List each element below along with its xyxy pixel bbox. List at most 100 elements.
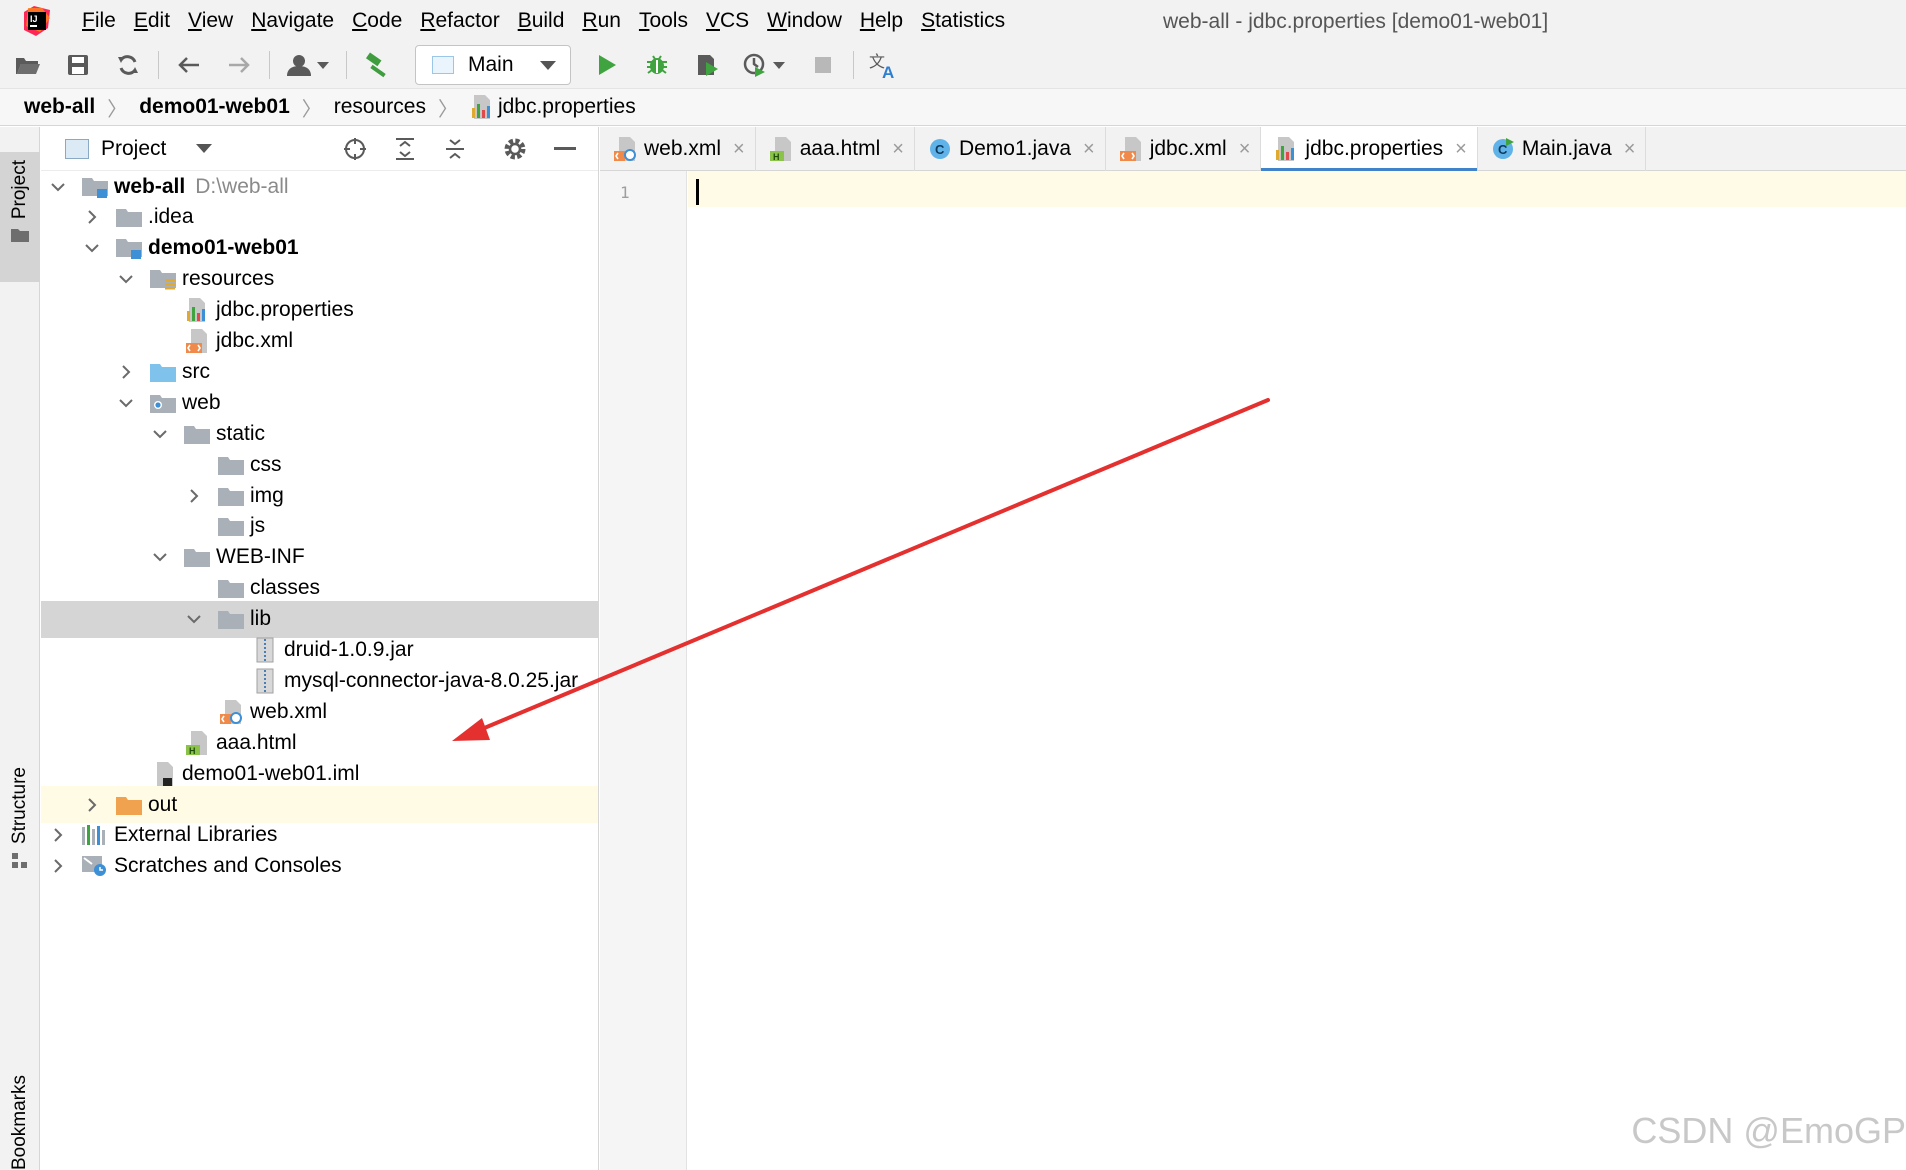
menu-item-vcs[interactable]: VCS <box>706 9 749 33</box>
build-hammer-icon[interactable] <box>357 45 397 85</box>
save-all-icon[interactable] <box>58 45 98 85</box>
toolbar-separator <box>346 51 347 79</box>
menu-item-statistics[interactable]: Statistics <box>921 9 1005 33</box>
editor-tab-jdbc-xml[interactable]: jdbc.xml × <box>1106 127 1262 171</box>
application-config-icon <box>432 56 454 74</box>
menu-item-run[interactable]: Run <box>582 9 621 33</box>
stop-icon[interactable] <box>803 45 843 85</box>
profile-icon[interactable] <box>737 45 793 85</box>
sync-icon[interactable] <box>108 45 148 85</box>
html-file-icon: H <box>768 136 794 162</box>
open-folder-icon[interactable] <box>8 45 48 85</box>
editor[interactable]: 1 <box>600 171 1906 1170</box>
menu-label-rest: CS <box>719 9 750 32</box>
chevron-right-icon[interactable] <box>185 487 203 505</box>
run-configuration-dropdown[interactable]: Main <box>415 45 571 85</box>
structure-tool-window-tab[interactable]: Structure <box>0 767 40 897</box>
tree-node-label: out <box>148 792 178 816</box>
project-tool-window-tab[interactable]: Project <box>0 152 40 282</box>
chevron-right-icon[interactable] <box>83 796 101 814</box>
breadcrumb-item-web-all[interactable]: web-all <box>24 95 95 119</box>
forward-icon[interactable] <box>219 45 259 85</box>
hide-panel-icon[interactable] <box>548 133 582 165</box>
jar-file-icon <box>251 637 279 663</box>
menu-label-rest: avigate <box>266 9 335 32</box>
close-icon[interactable]: × <box>892 138 904 161</box>
toolbar-separator <box>853 51 854 79</box>
menu-item-view[interactable]: View <box>188 9 233 33</box>
chevron-down-icon[interactable] <box>83 239 101 257</box>
menu-item-build[interactable]: Build <box>518 9 565 33</box>
gear-icon[interactable] <box>498 133 532 165</box>
chevron-right-icon[interactable] <box>83 208 101 226</box>
tree-node-label: static <box>216 421 266 445</box>
select-opened-file-icon[interactable] <box>338 133 372 165</box>
menu-item-file[interactable]: File <box>82 9 116 33</box>
menu-mnemonic: R <box>582 9 598 32</box>
editor-tab-jdbc-properties[interactable]: jdbc.properties × <box>1261 127 1478 172</box>
intellij-logo-icon[interactable]: IJ <box>22 6 52 36</box>
breadcrumb-item-jdbc-properties[interactable]: jdbc.properties <box>470 94 636 120</box>
tree-node-label: .idea <box>148 205 194 229</box>
run-icon[interactable] <box>587 45 627 85</box>
breadcrumb-separator-icon: 〉 <box>107 98 128 121</box>
back-icon[interactable] <box>169 45 209 85</box>
debug-icon[interactable] <box>637 45 677 85</box>
xml-file-icon <box>1118 136 1144 162</box>
project-panel-title[interactable]: Project <box>101 137 166 161</box>
run-configuration-label: Main <box>468 53 514 76</box>
editor-tab-demo1-java[interactable]: C Demo1.java × <box>915 127 1106 171</box>
menu-item-navigate[interactable]: Navigate <box>251 9 334 33</box>
menu-item-refactor[interactable]: Refactor <box>420 9 499 33</box>
tree-node-label: demo01-web01 <box>148 236 299 260</box>
breadcrumb-item-demo01-web01[interactable]: demo01-web01 <box>139 95 290 119</box>
menu-label-rest: uild <box>531 9 565 32</box>
editor-tab-web-xml[interactable]: web.xml × <box>600 127 756 171</box>
folder-icon <box>217 514 245 538</box>
watermark: CSDN @EmoGP <box>1631 1110 1906 1151</box>
tree-node-scratches-and-consoles[interactable]: Scratches and Consoles <box>41 848 598 885</box>
chevron-down-icon[interactable] <box>151 548 169 566</box>
editor-tab-label: web.xml <box>644 137 722 160</box>
editor-tab-main-java[interactable]: C Main.java × <box>1478 127 1647 171</box>
menu-item-window[interactable]: Window <box>767 9 842 33</box>
chevron-down-icon[interactable] <box>185 610 203 628</box>
chevron-right-icon[interactable] <box>49 826 67 844</box>
expand-all-icon[interactable] <box>388 133 422 165</box>
webxml-file-icon <box>612 136 638 162</box>
chevron-right-icon[interactable] <box>117 363 135 381</box>
close-icon[interactable]: × <box>1239 138 1251 161</box>
menu-item-tools[interactable]: Tools <box>639 9 688 33</box>
bookmarks-tool-window-tab[interactable]: Bookmarks <box>0 1017 40 1170</box>
project-panel-header: Project <box>41 127 598 171</box>
menu-item-help[interactable]: Help <box>860 9 903 33</box>
collapse-all-icon[interactable] <box>438 133 472 165</box>
current-line-highlight <box>688 171 1906 207</box>
structure-icon <box>12 853 27 869</box>
chevron-down-icon[interactable] <box>49 178 67 196</box>
close-icon[interactable]: × <box>1455 138 1467 161</box>
chevron-down-icon[interactable] <box>196 144 213 153</box>
editor-tab-aaa-html[interactable]: Haaa.html × <box>756 127 915 171</box>
close-icon[interactable]: × <box>1624 138 1636 161</box>
chevron-right-icon[interactable] <box>49 857 67 875</box>
menu-item-code[interactable]: Code <box>352 9 402 33</box>
folder-icon <box>217 484 245 508</box>
close-icon[interactable]: × <box>733 138 745 161</box>
chevron-down-icon[interactable] <box>117 394 135 412</box>
menu-label-rest: un <box>597 9 621 32</box>
chevron-down-icon[interactable] <box>117 270 135 288</box>
vcs-user-icon[interactable] <box>280 45 336 85</box>
module-folder-icon <box>81 175 109 199</box>
chevron-down-icon[interactable] <box>151 425 169 443</box>
svg-text:A: A <box>882 63 894 79</box>
run-with-coverage-icon[interactable] <box>687 45 727 85</box>
breadcrumb-item-resources[interactable]: resources <box>334 95 426 119</box>
svg-text:C: C <box>935 142 945 157</box>
menu-item-edit[interactable]: Edit <box>134 9 170 33</box>
structure-tab-label: Structure <box>9 767 30 845</box>
close-icon[interactable]: × <box>1083 138 1095 161</box>
translate-icon[interactable]: 文A <box>864 45 904 85</box>
folder-icon <box>217 453 245 477</box>
properties-file-icon <box>1273 136 1299 162</box>
